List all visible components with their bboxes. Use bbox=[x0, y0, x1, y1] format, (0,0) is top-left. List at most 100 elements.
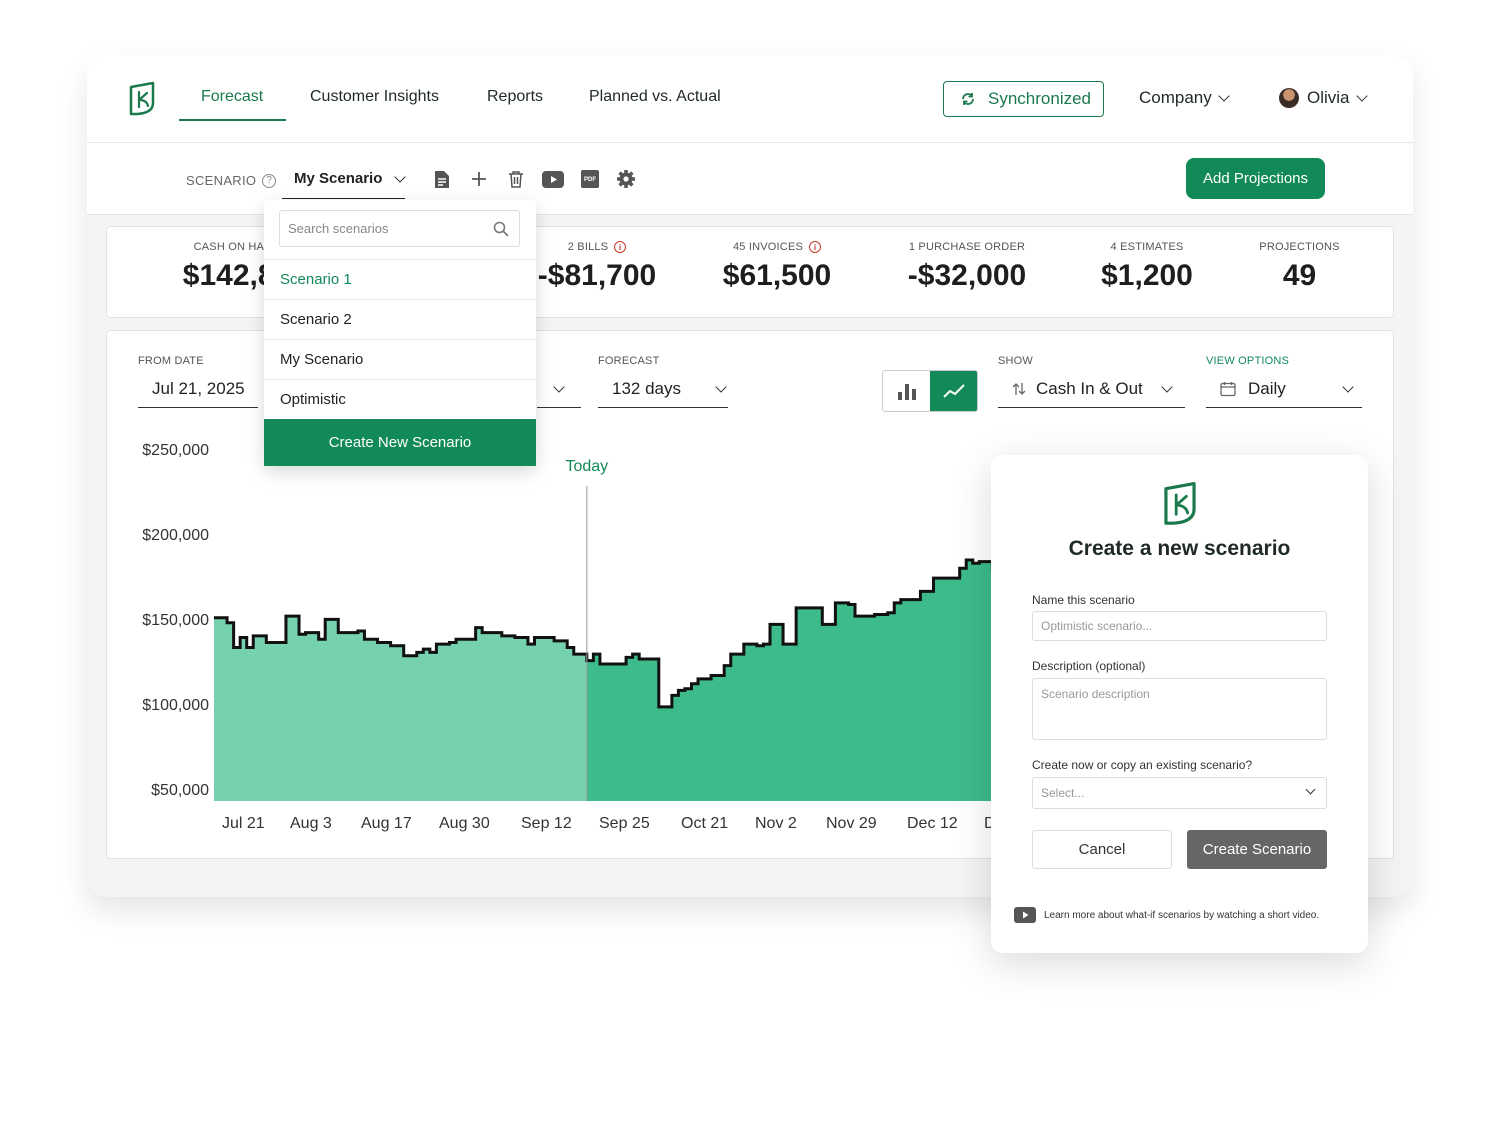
nav-forecast[interactable]: Forecast bbox=[201, 88, 263, 106]
show-label: SHOW bbox=[998, 355, 1034, 367]
scenario-dropdown: Search scenarios Scenario 1 Scenario 2 M… bbox=[264, 200, 536, 466]
stat-value: -$32,000 bbox=[907, 259, 1027, 292]
scenario-option[interactable]: Scenario 1 bbox=[264, 259, 536, 299]
avatar bbox=[1279, 88, 1299, 108]
y-tick-label: $50,000 bbox=[151, 782, 209, 799]
stat-estimates[interactable]: 4 ESTIMATES $1,200 bbox=[1077, 241, 1217, 293]
create-new-scenario-button[interactable]: Create New Scenario bbox=[264, 419, 536, 466]
show-select[interactable]: Cash In & Out bbox=[998, 370, 1185, 408]
bar-chart-icon[interactable] bbox=[883, 371, 930, 411]
chevron-down-icon bbox=[1355, 90, 1368, 102]
create-scenario-button[interactable]: Create Scenario bbox=[1187, 830, 1327, 869]
forecast-days-value: 132 days bbox=[612, 378, 681, 398]
scenario-label-text: SCENARIO bbox=[186, 173, 257, 188]
stat-value: $61,500 bbox=[722, 259, 832, 292]
y-tick-label: $150,000 bbox=[142, 612, 209, 629]
stat-label: 45 INVOICES bbox=[732, 241, 804, 253]
scenario-option[interactable]: Scenario 2 bbox=[264, 299, 536, 339]
nav-customer-insights[interactable]: Customer Insights bbox=[310, 88, 439, 106]
scenario-option[interactable]: My Scenario bbox=[264, 339, 536, 379]
stat-value: 49 bbox=[1282, 259, 1317, 292]
company-menu[interactable]: Company bbox=[1139, 88, 1230, 108]
stat-label: PROJECTIONS bbox=[1259, 241, 1340, 253]
video-help-footer[interactable]: Learn more about what-if scenarios by wa… bbox=[1014, 907, 1319, 923]
search-icon bbox=[493, 221, 509, 237]
document-icon[interactable] bbox=[431, 168, 453, 190]
video-icon[interactable] bbox=[541, 168, 565, 190]
nav-planned-vs-actual[interactable]: Planned vs. Actual bbox=[589, 88, 721, 106]
gear-icon[interactable] bbox=[615, 168, 637, 190]
scenario-name-input[interactable]: Optimistic scenario... bbox=[1032, 611, 1327, 641]
chevron-down-icon bbox=[553, 380, 565, 393]
logo-icon bbox=[1164, 481, 1196, 525]
x-tick-label: Aug 30 bbox=[439, 815, 490, 832]
stat-purchase-order[interactable]: 1 PURCHASE ORDER -$32,000 bbox=[892, 241, 1042, 293]
view-options-label: VIEW OPTIONS bbox=[1206, 355, 1290, 367]
from-date-field[interactable]: Jul 21, 2025 bbox=[138, 370, 258, 408]
from-date-label: FROM DATE bbox=[138, 355, 204, 367]
forecast-days-select[interactable]: 132 days bbox=[598, 370, 728, 408]
info-icon[interactable]: i bbox=[809, 241, 822, 253]
chart-type-toggle[interactable] bbox=[882, 370, 978, 412]
scenario-description-input[interactable]: Scenario description bbox=[1032, 678, 1327, 740]
y-tick-label: $200,000 bbox=[142, 527, 209, 544]
nav-active-indicator bbox=[179, 119, 286, 121]
scenario-option[interactable]: Optimistic bbox=[264, 379, 536, 419]
logo-icon[interactable] bbox=[125, 81, 159, 117]
stat-value: -$81,700 bbox=[537, 259, 657, 292]
chevron-down-icon bbox=[1218, 90, 1230, 102]
copy-label: Create now or copy an existing scenario? bbox=[1032, 758, 1253, 772]
user-name: Olivia bbox=[1307, 88, 1350, 107]
synchronized-button[interactable]: Synchronized bbox=[943, 81, 1104, 117]
x-tick-label: Aug 3 bbox=[290, 815, 332, 832]
description-label: Description (optional) bbox=[1032, 659, 1146, 673]
stat-label: 4 ESTIMATES bbox=[1110, 241, 1184, 253]
x-tick-label: Oct 21 bbox=[681, 815, 729, 832]
x-tick-label: Aug 17 bbox=[361, 815, 412, 832]
plus-icon[interactable] bbox=[468, 168, 490, 190]
svg-text:PDF: PDF bbox=[584, 177, 596, 183]
stat-bills[interactable]: 2 BILLS i -$81,700 bbox=[527, 241, 667, 293]
x-tick-label: Jul 21 bbox=[222, 815, 265, 832]
from-date-value: Jul 21, 2025 bbox=[152, 378, 245, 398]
cancel-button[interactable]: Cancel bbox=[1032, 830, 1172, 869]
stat-value: $1,200 bbox=[1101, 259, 1193, 292]
chevron-down-icon bbox=[394, 170, 407, 183]
help-icon[interactable]: ? bbox=[262, 173, 277, 188]
name-label: Name this scenario bbox=[1032, 593, 1135, 607]
sync-icon bbox=[962, 93, 974, 105]
scenario-label: SCENARIO ? bbox=[186, 173, 277, 188]
search-scenarios-input[interactable]: Search scenarios bbox=[279, 210, 520, 247]
scenario-select-value: My Scenario bbox=[294, 170, 383, 187]
x-tick-label: Nov 29 bbox=[826, 815, 877, 832]
chevron-down-icon bbox=[1305, 784, 1316, 795]
y-tick-label: $100,000 bbox=[142, 697, 209, 714]
sort-arrows-icon bbox=[1012, 382, 1026, 395]
copy-scenario-select[interactable]: Select... bbox=[1032, 777, 1327, 809]
stat-label: 2 BILLS bbox=[567, 241, 609, 253]
x-tick-label: Sep 12 bbox=[521, 815, 572, 832]
past-area bbox=[214, 616, 587, 801]
show-value: Cash In & Out bbox=[1036, 378, 1143, 398]
today-label: Today bbox=[565, 458, 608, 475]
trash-icon[interactable] bbox=[505, 168, 527, 190]
synchronized-label: Synchronized bbox=[988, 89, 1092, 108]
info-icon[interactable]: i bbox=[614, 241, 627, 253]
video-icon[interactable] bbox=[1014, 907, 1036, 923]
pdf-icon[interactable]: PDF bbox=[579, 168, 601, 190]
scenario-select[interactable]: My Scenario bbox=[282, 159, 407, 199]
add-projections-button[interactable]: Add Projections bbox=[1186, 158, 1325, 199]
forecast-area bbox=[586, 559, 1012, 801]
user-menu[interactable]: Olivia bbox=[1279, 88, 1368, 108]
chevron-down-icon bbox=[1342, 380, 1354, 393]
search-placeholder: Search scenarios bbox=[288, 221, 389, 236]
select-placeholder: Select... bbox=[1041, 786, 1085, 800]
nav-reports[interactable]: Reports bbox=[487, 88, 543, 106]
line-chart-icon[interactable] bbox=[930, 371, 977, 411]
stat-invoices[interactable]: 45 INVOICES i $61,500 bbox=[707, 241, 847, 293]
view-options-select[interactable]: Daily bbox=[1206, 370, 1362, 408]
modal-title: Create a new scenario bbox=[1068, 537, 1291, 560]
video-help-text: Learn more about what-if scenarios by wa… bbox=[1044, 909, 1320, 921]
stat-projections[interactable]: PROJECTIONS 49 bbox=[1232, 241, 1367, 293]
to-date-field[interactable] bbox=[537, 370, 581, 408]
